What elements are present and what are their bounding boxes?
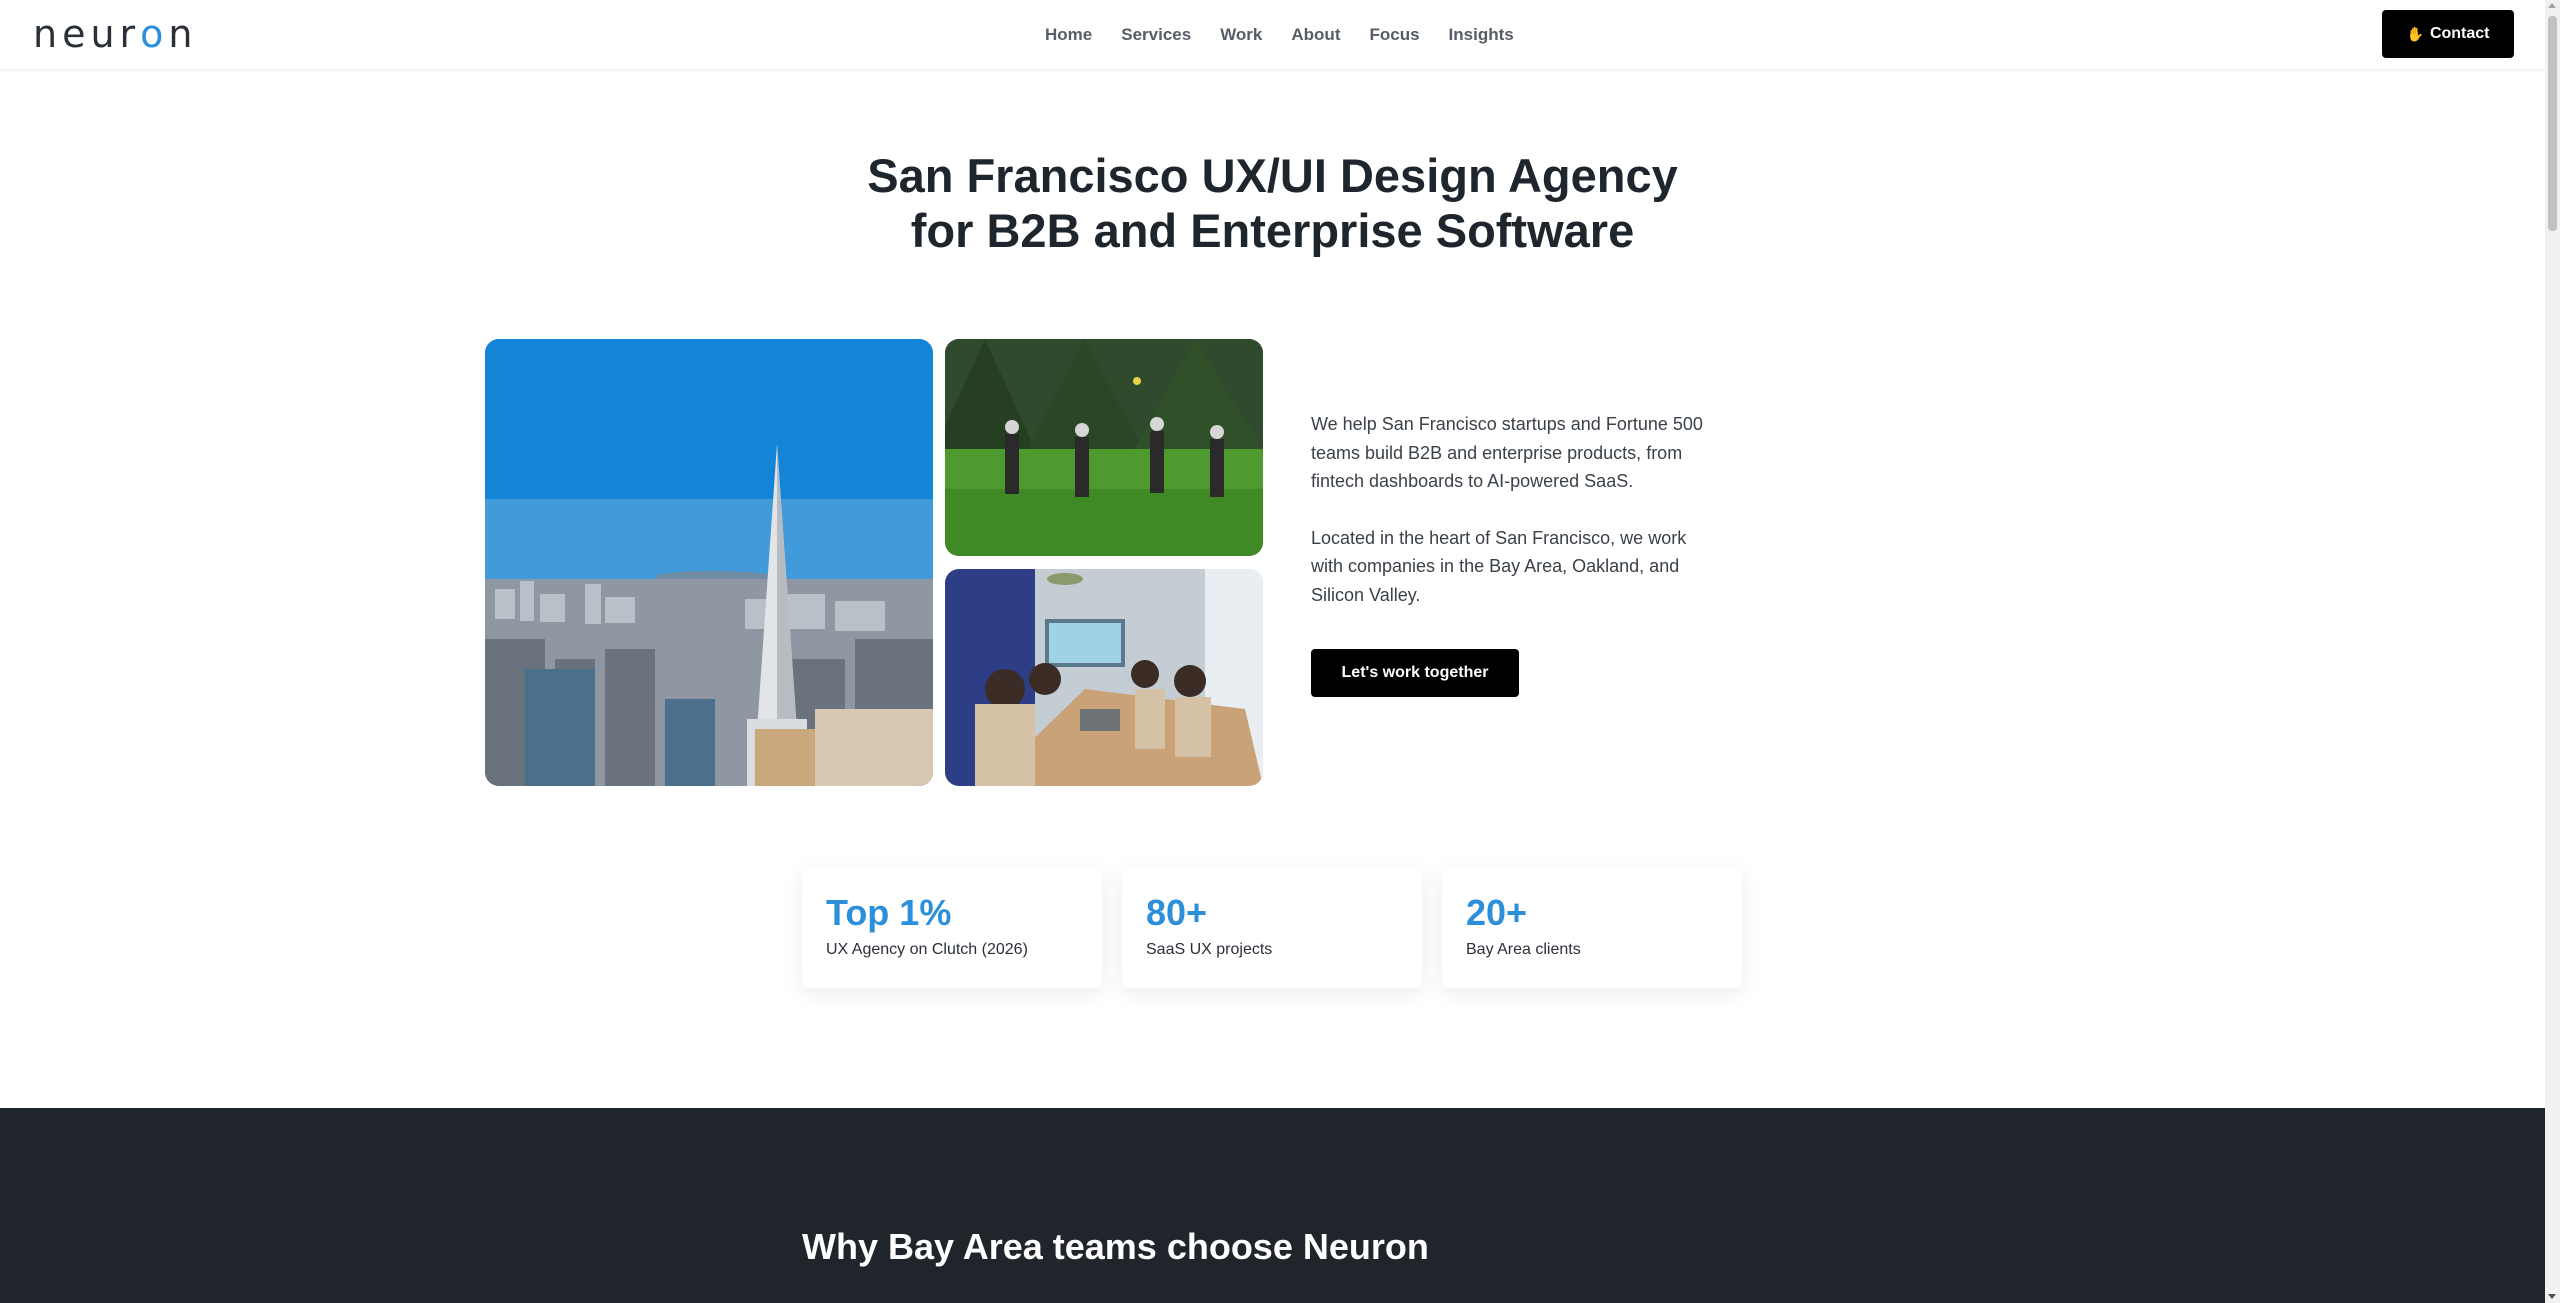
- page-scrollbar[interactable]: [2545, 0, 2560, 1303]
- waving-hand-icon: ✋: [2406, 25, 2424, 42]
- lets-work-together-button[interactable]: Let's work together: [1311, 649, 1519, 697]
- contact-button[interactable]: ✋ Contact: [2382, 10, 2514, 58]
- stat-card-clutch: Top 1% UX Agency on Clutch (2026): [802, 867, 1102, 988]
- stat-number: Top 1%: [826, 892, 952, 933]
- scrollbar-thumb[interactable]: [2548, 16, 2557, 231]
- stat-number: 80+: [1146, 892, 1208, 933]
- stat-label: Bay Area clients: [1466, 941, 1581, 958]
- stat-card-projects: 80+ SaaS UX projects: [1122, 867, 1422, 988]
- contact-button-label: Contact: [2429, 25, 2490, 42]
- page-title-line2: for B2B and Enterprise Software: [910, 204, 1635, 257]
- nav-work[interactable]: Work: [1220, 25, 1262, 45]
- logo-text-start: neur: [33, 12, 141, 56]
- stat-label: SaaS UX projects: [1146, 941, 1273, 958]
- stat-card-clients: 20+ Bay Area clients: [1442, 867, 1742, 988]
- hero-description: We help San Francisco startups and Fortu…: [1311, 410, 1711, 637]
- page: neur o n Home Services Work About Focus In…: [0, 0, 2545, 1303]
- stat-label: UX Agency on Clutch (2026): [826, 941, 1028, 958]
- why-neuron-section: Why Bay Area teams choose Neuron: [0, 1108, 2545, 1303]
- nav-insights[interactable]: Insights: [1449, 25, 1514, 45]
- hero-paragraph-1: We help San Francisco startups and Fortu…: [1311, 414, 1703, 491]
- scroll-up-arrow-icon[interactable]: [2548, 3, 2556, 8]
- stat-number: 20+: [1466, 892, 1528, 933]
- scroll-down-arrow-icon[interactable]: [2548, 1294, 2556, 1299]
- san-francisco-skyline-photo: [485, 339, 933, 786]
- team-meeting-photo: [945, 569, 1263, 786]
- logo-text-end: n: [168, 12, 198, 56]
- main-nav: Home Services Work About Focus Insights: [1045, 0, 1514, 69]
- site-header: neur o n Home Services Work About Focus In…: [0, 0, 2545, 69]
- page-title: San Francisco UX/UI Design Agency for B2…: [0, 148, 2545, 258]
- neuron-logo[interactable]: neur o n: [33, 14, 198, 54]
- logo-text-o: o: [140, 12, 169, 56]
- nav-focus[interactable]: Focus: [1369, 25, 1419, 45]
- team-park-photo: [945, 339, 1263, 556]
- page-title-line1: San Francisco UX/UI Design Agency: [867, 149, 1678, 202]
- why-neuron-heading: Why Bay Area teams choose Neuron: [802, 1226, 1429, 1267]
- hero-paragraph-2: Located in the heart of San Francisco, w…: [1311, 527, 1687, 605]
- nav-services[interactable]: Services: [1121, 25, 1191, 45]
- nav-about[interactable]: About: [1291, 25, 1340, 45]
- nav-home[interactable]: Home: [1045, 25, 1092, 45]
